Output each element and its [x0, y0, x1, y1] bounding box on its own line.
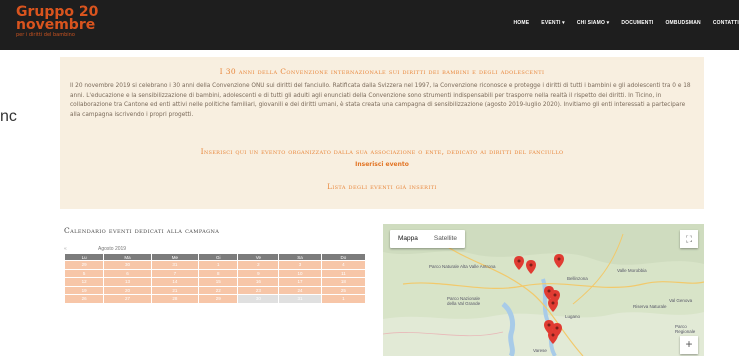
map-tab-map[interactable]: Mappa — [390, 230, 426, 248]
calendar-day[interactable]: 26 — [63, 294, 105, 304]
calendar-day[interactable]: 23 — [237, 285, 280, 295]
site-logo[interactable]: Gruppo 20 novembre per i diritti del bam… — [16, 5, 98, 39]
logo-tagline: per i diritti del bambino — [16, 32, 75, 38]
main-menu: HOME EVENTI ▾ CHI SIAMO ▾ DOCUMENTI OMBU… — [513, 20, 739, 26]
banner-title: I 30 anni della Convenzione internaziona… — [219, 67, 545, 76]
calendar-day[interactable]: 22 — [198, 285, 239, 295]
calendar-month: Agosto 2019 — [98, 245, 127, 252]
campaign-banner: I 30 anni della Convenzione internaziona… — [60, 57, 704, 209]
calendar-day[interactable]: 2 — [237, 260, 280, 270]
calendar-day[interactable]: 5 — [63, 268, 105, 278]
calendar-day[interactable]: 1 — [198, 260, 239, 270]
events-map[interactable]: Parco Naturale Alta Valle Antrona Parco … — [383, 224, 704, 356]
calendar-day[interactable]: 20 — [103, 285, 152, 295]
calendar-week: 5 6 7 8 9 10 11 — [63, 268, 367, 278]
map-tab-satellite[interactable]: Satellite — [426, 230, 465, 248]
calendar-day[interactable]: 10 — [278, 268, 322, 278]
map-label: Valle Morobbia — [617, 268, 647, 273]
calendar-day[interactable]: 15 — [198, 277, 239, 287]
nav-documenti[interactable]: DOCUMENTI — [621, 20, 653, 26]
weekday: Me — [150, 253, 200, 261]
calendar-header: « Agosto 2019 — [64, 244, 366, 253]
fullscreen-icon[interactable]: ⛶ — [680, 230, 698, 248]
calendar-day[interactable]: 14 — [150, 277, 200, 287]
map-marker — [548, 330, 558, 344]
map-marker — [554, 254, 564, 268]
register-event-link[interactable]: Inserisci evento — [60, 161, 704, 168]
calendar-grid: Lu Ma Me Gi Ve Sa Do 29 30 31 1 2 3 4 5 … — [63, 253, 367, 304]
calendar-day[interactable]: 1 — [320, 294, 367, 304]
map-marker — [548, 298, 558, 312]
map-label: Val Genova — [669, 298, 693, 303]
weekday: Lu — [63, 253, 105, 261]
calendar-week: 19 20 21 22 23 24 25 — [63, 285, 367, 295]
calendar-week: 26 27 28 29 30 31 1 — [63, 294, 367, 304]
map-type-switch: Mappa Satellite — [390, 230, 465, 248]
calendar-day[interactable]: 29 — [63, 260, 105, 270]
calendar-day[interactable]: 31 — [278, 294, 322, 304]
nav-ombudsman[interactable]: OMBUDSMAN — [665, 20, 700, 26]
map-marker — [514, 256, 524, 270]
calendar-day[interactable]: 18 — [320, 277, 367, 287]
map-label: Lugano — [565, 314, 581, 319]
weekday: Ma — [103, 253, 152, 261]
calendar-day[interactable]: 8 — [198, 268, 239, 278]
calendar-day[interactable]: 17 — [278, 277, 322, 287]
calendar-day[interactable]: 13 — [103, 277, 152, 287]
map-label: Parco Regionale — [675, 324, 696, 334]
calendar-day[interactable]: 30 — [103, 260, 152, 270]
calendar-day[interactable]: 28 — [150, 294, 200, 304]
calendar-title: Calendario eventi dedicati alla campagna — [64, 226, 220, 235]
weekday: Ve — [237, 253, 280, 261]
events-calendar: « Agosto 2019 Lu Ma Me Gi Ve Sa Do 29 30 — [63, 244, 367, 304]
calendar-day[interactable]: 3 — [278, 260, 322, 270]
nav-eventi[interactable]: EVENTI ▾ — [541, 20, 565, 26]
nav-home[interactable]: HOME — [513, 20, 529, 26]
map-label: Bellinzona — [567, 276, 588, 281]
map-label: Riserva Naturale — [633, 304, 667, 309]
map-label: Varese — [533, 348, 547, 353]
calendar-day[interactable]: 31 — [150, 260, 200, 270]
previous-month-button[interactable]: « — [64, 246, 74, 252]
map-label: Parco Naturale Alta Valle Antrona — [429, 264, 496, 269]
calendar-day[interactable]: 11 — [320, 268, 367, 278]
page: Gruppo 20 novembre per i diritti del bam… — [0, 0, 739, 356]
map-marker — [526, 260, 536, 274]
weekday: Do — [320, 253, 367, 261]
events-list-link[interactable]: Lista degli eventi già inseriti — [60, 183, 704, 191]
calendar-day[interactable]: 19 — [63, 285, 105, 295]
calendar-day[interactable]: 21 — [150, 285, 200, 295]
calendar-week: 12 13 14 15 16 17 18 — [63, 277, 367, 287]
calendar-day[interactable]: 29 — [198, 294, 239, 304]
calendar-day[interactable]: 16 — [237, 277, 280, 287]
map-label: Parco Nazionale della Val Grande — [447, 296, 481, 306]
calendar-day[interactable]: 4 — [320, 260, 367, 270]
stray-text: nc — [0, 108, 17, 125]
calendar-day[interactable]: 9 — [237, 268, 280, 278]
calendar-day[interactable]: 12 — [63, 277, 105, 287]
weekday: Sa — [278, 253, 322, 261]
top-navigation-bar: Gruppo 20 novembre per i diritti del bam… — [0, 0, 739, 50]
weekday: Gi — [198, 253, 239, 261]
zoom-in-button[interactable]: + — [680, 336, 698, 354]
weekday-row: Lu Ma Me Gi Ve Sa Do — [63, 253, 367, 261]
banner-body: Il 20 novembre 2019 si celebrano i 30 an… — [70, 83, 691, 118]
register-heading: Inserisci qui un evento organizzato dall… — [200, 147, 564, 156]
nav-chi-siamo[interactable]: CHI SIAMO ▾ — [577, 20, 610, 26]
logo-line-2: novembre — [16, 17, 96, 33]
nav-contatti[interactable]: CONTATTI — [713, 20, 739, 26]
calendar-day[interactable]: 30 — [237, 294, 280, 304]
calendar-day[interactable]: 7 — [150, 268, 200, 278]
calendar-day[interactable]: 25 — [320, 285, 367, 295]
calendar-day[interactable]: 27 — [103, 294, 152, 304]
calendar-week: 29 30 31 1 2 3 4 — [63, 260, 367, 270]
calendar-day[interactable]: 6 — [103, 268, 152, 278]
calendar-day[interactable]: 24 — [278, 285, 322, 295]
